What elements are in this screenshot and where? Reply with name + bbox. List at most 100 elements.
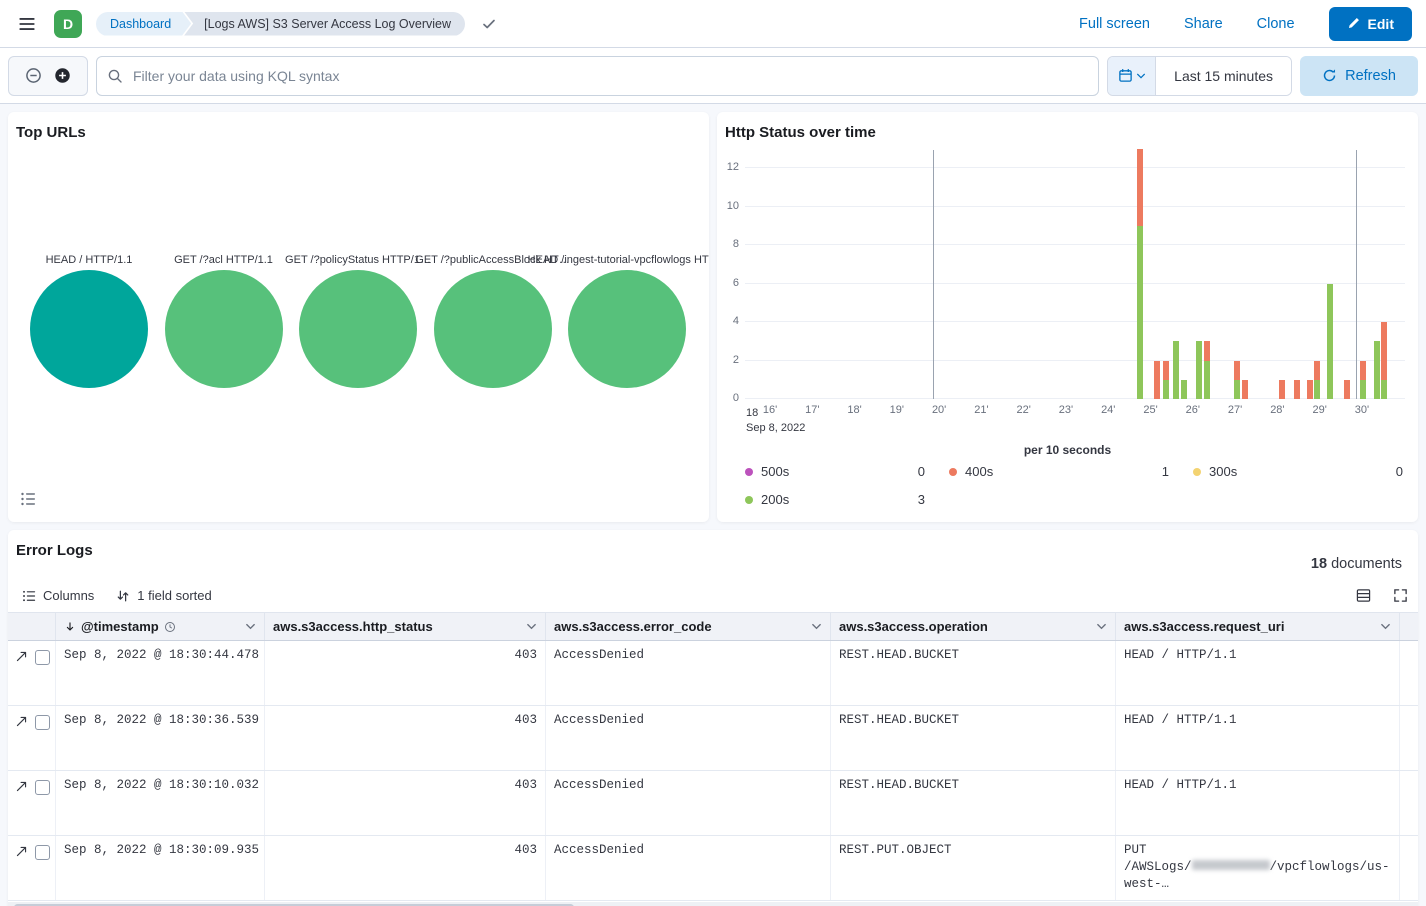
row-checkbox[interactable] <box>35 780 50 795</box>
time-range-button[interactable]: Last 15 minutes <box>1156 57 1291 95</box>
cell-timestamp[interactable]: Sep 8, 2022 @ 18:30:36.539 <box>56 706 265 770</box>
column-header-timestamp[interactable]: @timestamp <box>56 613 265 640</box>
horizontal-scrollbar[interactable] <box>8 902 1418 906</box>
cell-request-uri[interactable]: HEAD / HTTP/1.1 <box>1116 771 1400 835</box>
bar-200s <box>1360 380 1366 399</box>
columns-button[interactable]: Columns <box>22 588 94 603</box>
x-axis-label: 21' <box>974 404 988 416</box>
bar-400s <box>1314 361 1320 380</box>
x-axis-label: 23' <box>1059 404 1073 416</box>
expand-row-icon <box>15 780 28 793</box>
x-axis-label: 27' <box>1228 404 1242 416</box>
bar-200s <box>1234 380 1240 399</box>
cell-http-status[interactable]: 403 <box>265 641 546 705</box>
clone-link[interactable]: Clone <box>1257 16 1295 32</box>
chevron-down-icon <box>811 621 822 632</box>
pie-slice[interactable] <box>299 270 417 388</box>
x-axis-label: 24' <box>1101 404 1115 416</box>
pie-slice[interactable] <box>568 270 686 388</box>
cell-error-code[interactable]: AccessDenied <box>546 641 831 705</box>
filter-options-button[interactable] <box>21 63 46 88</box>
expand-row-button[interactable] <box>15 650 28 663</box>
sort-fields-button[interactable]: 1 field sorted <box>116 588 211 603</box>
pie-slice[interactable] <box>434 270 552 388</box>
check-icon <box>481 16 497 32</box>
grid-density-icon <box>1356 588 1371 603</box>
fullscreen-grid-button[interactable] <box>1393 588 1408 603</box>
cell-timestamp[interactable]: Sep 8, 2022 @ 18:30:10.032 <box>56 771 265 835</box>
dashboard-main: Top URLs HEAD / HTTP/1.1GET /?acl HTTP/1… <box>0 104 1426 906</box>
edit-button[interactable]: Edit <box>1329 7 1412 41</box>
x-axis-label: 20' <box>932 404 946 416</box>
breadcrumb-current-page[interactable]: [Logs AWS] S3 Server Access Log Overview <box>184 12 465 36</box>
bar-200s <box>1173 341 1179 399</box>
cell-operation[interactable]: REST.HEAD.BUCKET <box>831 706 1116 770</box>
expand-row-icon <box>15 845 28 858</box>
chart-legend: 500s0 400s1 300s0 200s3 <box>745 464 1403 507</box>
panel-top-urls: Top URLs HEAD / HTTP/1.1GET /?acl HTTP/1… <box>8 112 709 522</box>
column-header-operation[interactable]: aws.s3access.operation <box>831 613 1116 640</box>
full-screen-link[interactable]: Full screen <box>1079 16 1150 32</box>
gridline <box>745 360 1405 361</box>
cell-http-status[interactable]: 403 <box>265 706 546 770</box>
gridline <box>745 283 1405 284</box>
top-urls-chart[interactable]: HEAD / HTTP/1.1GET /?acl HTTP/1.1GET /?p… <box>8 112 709 522</box>
cell-operation[interactable]: REST.HEAD.BUCKET <box>831 641 1116 705</box>
cell-request-uri[interactable]: HEAD / HTTP/1.1 <box>1116 706 1400 770</box>
legend-dot <box>1193 468 1201 476</box>
pie-slice[interactable] <box>30 270 148 388</box>
pencil-icon <box>1347 17 1360 30</box>
legend-item-500s[interactable]: 500s0 <box>745 464 925 479</box>
legend-item-400s[interactable]: 400s1 <box>949 464 1169 479</box>
cell-operation[interactable]: REST.PUT.OBJECT <box>831 836 1116 900</box>
cell-timestamp[interactable]: Sep 8, 2022 @ 18:30:09.935 <box>56 836 265 900</box>
cell-timestamp[interactable]: Sep 8, 2022 @ 18:30:44.478 <box>56 641 265 705</box>
column-header-error-code[interactable]: aws.s3access.error_code <box>546 613 831 640</box>
cell-operation[interactable]: REST.HEAD.BUCKET <box>831 771 1116 835</box>
cell-request-uri[interactable]: HEAD / HTTP/1.1 <box>1116 641 1400 705</box>
expand-row-button[interactable] <box>15 845 28 858</box>
column-header-http-status[interactable]: aws.s3access.http_status <box>265 613 546 640</box>
breadcrumb-dashboard[interactable]: Dashboard <box>96 12 191 36</box>
legend-item-300s[interactable]: 300s0 <box>1193 464 1403 479</box>
space-avatar[interactable]: D <box>54 10 82 38</box>
refresh-button[interactable]: Refresh <box>1300 56 1418 96</box>
saved-check-button[interactable] <box>477 12 501 36</box>
filter-bar: Last 15 minutes Refresh <box>0 48 1426 104</box>
table-row: Sep 8, 2022 @ 18:30:09.935403AccessDenie… <box>8 836 1418 901</box>
cell-error-code[interactable]: AccessDenied <box>546 706 831 770</box>
display-options-button[interactable] <box>1356 588 1371 603</box>
date-picker-button[interactable] <box>1108 57 1156 95</box>
plot-area[interactable] <box>745 168 1405 399</box>
share-link[interactable]: Share <box>1184 16 1223 32</box>
legend-value: 0 <box>918 464 925 479</box>
y-axis-label: 10 <box>717 200 739 212</box>
y-axis-label: 6 <box>717 277 739 289</box>
cell-http-status[interactable]: 403 <box>265 836 546 900</box>
chevron-down-icon <box>1096 621 1107 632</box>
cell-error-code[interactable]: AccessDenied <box>546 836 831 900</box>
menu-button[interactable] <box>14 11 40 37</box>
pie-slice[interactable] <box>165 270 283 388</box>
x-axis-label: 17' <box>805 404 819 416</box>
search-input[interactable] <box>131 67 1088 85</box>
bar-400s <box>1137 149 1143 226</box>
fullscreen-icon <box>1393 588 1408 603</box>
expand-row-button[interactable] <box>15 780 28 793</box>
http-status-title: Http Status over time <box>725 124 876 141</box>
cell-error-code[interactable]: AccessDenied <box>546 771 831 835</box>
bar-200s <box>1381 380 1387 399</box>
table-row: Sep 8, 2022 @ 18:30:44.478403AccessDenie… <box>8 641 1418 706</box>
row-checkbox[interactable] <box>35 845 50 860</box>
cell-http-status[interactable]: 403 <box>265 771 546 835</box>
legend-item-200s[interactable]: 200s3 <box>745 492 925 507</box>
row-checkbox[interactable] <box>35 650 50 665</box>
column-header-request-uri[interactable]: aws.s3access.request_uri <box>1116 613 1400 640</box>
y-axis-label: 0 <box>717 392 739 404</box>
cell-request-uri[interactable]: PUT/AWSLogs//vpcflowlogs/us-west-… <box>1116 836 1400 900</box>
bar-400s <box>1279 380 1285 399</box>
add-filter-button[interactable] <box>50 63 75 88</box>
legend-toggle-button[interactable] <box>18 489 38 512</box>
row-checkbox[interactable] <box>35 715 50 730</box>
expand-row-button[interactable] <box>15 715 28 728</box>
